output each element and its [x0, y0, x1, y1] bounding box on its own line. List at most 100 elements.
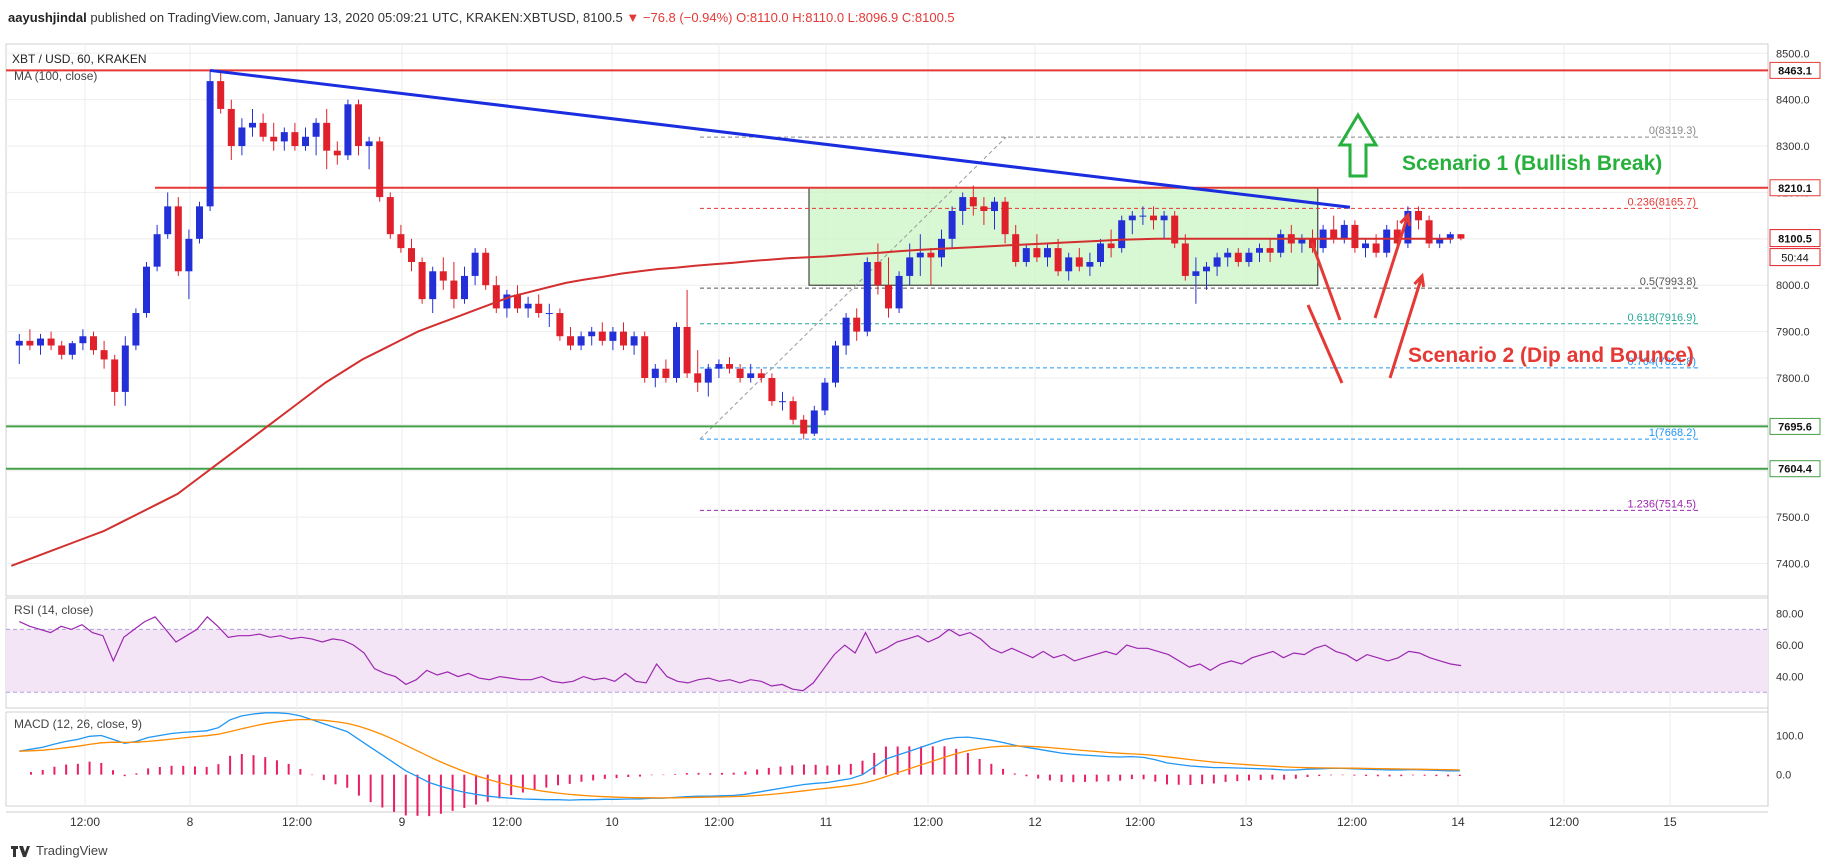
candle-down [927, 252, 935, 258]
candle-down [355, 104, 362, 147]
candle-down [1181, 243, 1189, 276]
candle-down [418, 262, 426, 300]
scenario2-label: Scenario 2 (Dip and Bounce) [1408, 344, 1694, 367]
x-tick-label: 14 [1451, 815, 1465, 829]
candle-up [132, 313, 140, 346]
x-tick-label: 12:00 [1125, 815, 1155, 829]
candle-up [1203, 266, 1210, 272]
candle-up [1097, 243, 1104, 263]
price-chart[interactable]: 12:00 8 12:00 9 12:00 10 12:00 11 12:00 12 12:00 13… [0, 0, 1828, 868]
candle-up [1118, 220, 1126, 249]
candle-down [323, 122, 331, 151]
candle-down [90, 336, 97, 351]
candle-down [1425, 220, 1433, 244]
candle-up [1277, 234, 1285, 253]
candle-up [588, 331, 596, 337]
candle-down [333, 150, 341, 156]
x-tick-label: 12 [1028, 815, 1042, 829]
candle-up [164, 206, 172, 235]
candle-up [68, 343, 76, 355]
candle-up [704, 368, 712, 383]
candle-up [37, 338, 44, 346]
macd-tick-label: 100.0 [1776, 731, 1804, 743]
candle-up [471, 252, 479, 276]
candle-up [344, 104, 352, 156]
candle-down [1330, 229, 1338, 239]
candle-down [100, 350, 108, 360]
y-tick-label: 8300.0 [1776, 141, 1810, 153]
candle-down [969, 197, 977, 207]
x-tick-label: 12:00 [70, 815, 100, 829]
candle-down [58, 345, 66, 355]
candle-down [450, 280, 458, 300]
candle-down [757, 373, 765, 378]
candle-up [959, 197, 967, 211]
candle-up [312, 122, 320, 137]
candle-up [1128, 215, 1136, 221]
level-label: 8463.1 [1778, 65, 1812, 77]
main-pane [5, 43, 1769, 597]
x-tick-label: 12:00 [913, 815, 943, 829]
candle-up [863, 262, 871, 332]
candle-up [651, 368, 659, 378]
candle-up [577, 336, 585, 346]
scenario1-label: Scenario 1 (Bullish Break) [1402, 152, 1662, 175]
candle-up [715, 364, 723, 369]
candle-down [567, 336, 574, 346]
candle-down [800, 419, 808, 434]
candle-up [15, 340, 23, 346]
rsi-label: RSI (14, close) [14, 603, 93, 617]
candle-down [26, 340, 34, 346]
candle-down [1012, 234, 1020, 263]
x-tick-label: 15 [1663, 815, 1677, 829]
candle-up [895, 275, 903, 309]
candle-up [1044, 248, 1051, 258]
candle-down [1234, 252, 1242, 263]
candle-down [386, 197, 394, 235]
candle-down [1001, 201, 1009, 235]
candle-up [121, 345, 129, 392]
y-tick-label: 7500.0 [1776, 512, 1810, 524]
brand-label[interactable]: TradingView [36, 838, 108, 864]
fib-label: 1.236(7514.5) [1628, 498, 1697, 510]
level-label: 7695.6 [1778, 421, 1812, 433]
fib-label: 0.618(7916.9) [1628, 312, 1697, 324]
rsi-band [6, 629, 1768, 693]
x-tick-label: 10 [605, 815, 619, 829]
candle-down [789, 401, 797, 420]
candle-up [143, 266, 150, 314]
candle-down [111, 359, 119, 392]
candle-down [768, 377, 776, 402]
candle-down [1351, 224, 1359, 249]
candle-down [1033, 248, 1041, 258]
candle-up [79, 336, 87, 344]
fib-label: 0(8319.3) [1649, 125, 1696, 137]
candle-up [1139, 215, 1147, 217]
candle-up [365, 141, 373, 147]
candle-down [492, 285, 500, 309]
y-tick-label: 8500.0 [1776, 48, 1810, 60]
candle-up [153, 234, 161, 267]
candle-up [916, 252, 924, 258]
candle-up [1213, 257, 1221, 267]
candle-down [1266, 248, 1274, 253]
candle-down [683, 326, 691, 374]
level-label: 8210.1 [1778, 183, 1812, 195]
macd-tick-label: 0.0 [1776, 770, 1791, 782]
candle-up [249, 122, 256, 128]
candle-up [196, 206, 203, 239]
candle-up [991, 201, 998, 211]
candle-up [206, 81, 214, 207]
y-tick-label: 7400.0 [1776, 559, 1810, 571]
candle-up [1160, 215, 1168, 221]
candle-down [694, 373, 702, 383]
candle-down [1457, 234, 1465, 239]
candle-down [885, 285, 892, 309]
candle-up [810, 410, 818, 434]
candle-down [853, 317, 861, 332]
candle-up [1224, 252, 1232, 258]
candle-up [524, 303, 532, 309]
candle-up [461, 275, 468, 300]
y-tick-label: 8000.0 [1776, 280, 1810, 292]
candle-down [662, 368, 670, 378]
